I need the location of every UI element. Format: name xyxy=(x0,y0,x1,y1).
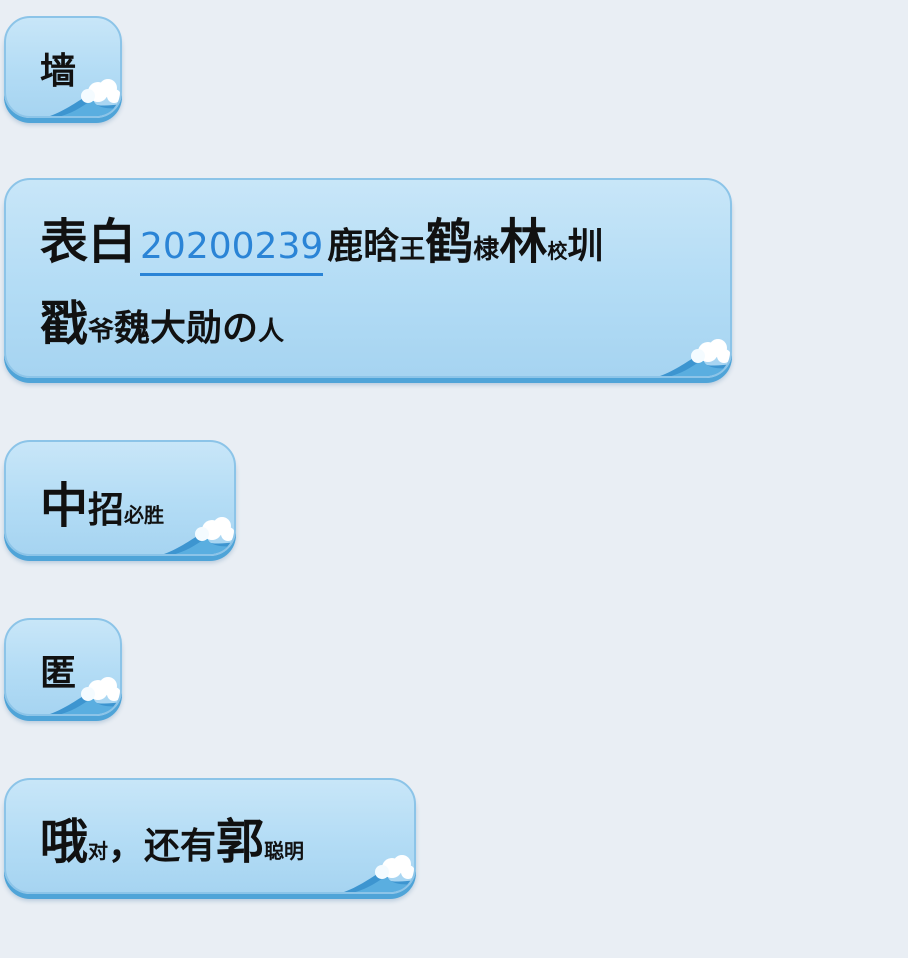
message-2-part-6: 棣 xyxy=(473,235,500,265)
message-2-line2-part-1: 戳 xyxy=(40,296,89,352)
chat-thread: 墙 表白 20200239 鹿晗王鹤棣林校圳 戳爷魏大勋の人 中招必胜 匿 哦对… xyxy=(0,0,908,958)
wave-cloud-icon xyxy=(49,677,120,714)
message-bubble-5[interactable]: 哦对，还有郭聪明 xyxy=(4,778,416,894)
message-2-part-9: 圳 xyxy=(567,226,604,267)
message-2-part-5: 鹤 xyxy=(425,214,474,270)
message-2-part-3: 鹿晗 xyxy=(327,226,400,267)
message-3-part-1: 中 xyxy=(40,478,89,534)
message-2-line-2: 戳爷魏大勋の人 xyxy=(40,284,284,354)
message-bubble-4[interactable]: 匿 xyxy=(4,618,122,716)
message-2-line2-part-5: 人 xyxy=(258,317,285,347)
message-2-line-1: 表白 20200239 鹿晗王鹤棣林校圳 xyxy=(40,202,604,276)
message-5-part-1: 哦 xyxy=(40,814,89,870)
message-5-part-3: ， xyxy=(108,826,145,867)
wave-cloud-icon xyxy=(343,855,414,892)
message-5-text: 哦对，还有郭聪明 xyxy=(40,802,304,872)
message-3-text: 中招必胜 xyxy=(40,466,164,536)
message-2-line2-part-3: 魏大勋 xyxy=(114,308,223,349)
message-2-part-7: 林 xyxy=(499,214,548,270)
message-5-part-6: 聪明 xyxy=(264,839,305,863)
message-5-part-2: 对 xyxy=(88,839,109,863)
id-link[interactable]: 20200239 xyxy=(140,226,324,276)
message-3-part-2: 招 xyxy=(88,490,125,531)
message-5-part-5: 郭 xyxy=(216,814,265,870)
message-5-part-4: 还有 xyxy=(144,826,217,867)
message-2-line2-part-4: の xyxy=(222,308,259,349)
message-bubble-3[interactable]: 中招必胜 xyxy=(4,440,236,556)
message-bubble-1[interactable]: 墙 xyxy=(4,16,122,118)
wave-cloud-icon xyxy=(163,517,234,554)
message-2-line2-part-2: 爷 xyxy=(88,317,115,347)
wave-cloud-icon xyxy=(49,79,120,116)
message-bubble-2[interactable]: 表白 20200239 鹿晗王鹤棣林校圳 戳爷魏大勋の人 xyxy=(4,178,732,378)
message-2-part-4: 王 xyxy=(399,235,426,265)
wave-cloud-icon xyxy=(659,339,730,376)
message-2-part-8: 校 xyxy=(547,239,568,263)
message-2-part-1: 表白 xyxy=(40,214,137,270)
